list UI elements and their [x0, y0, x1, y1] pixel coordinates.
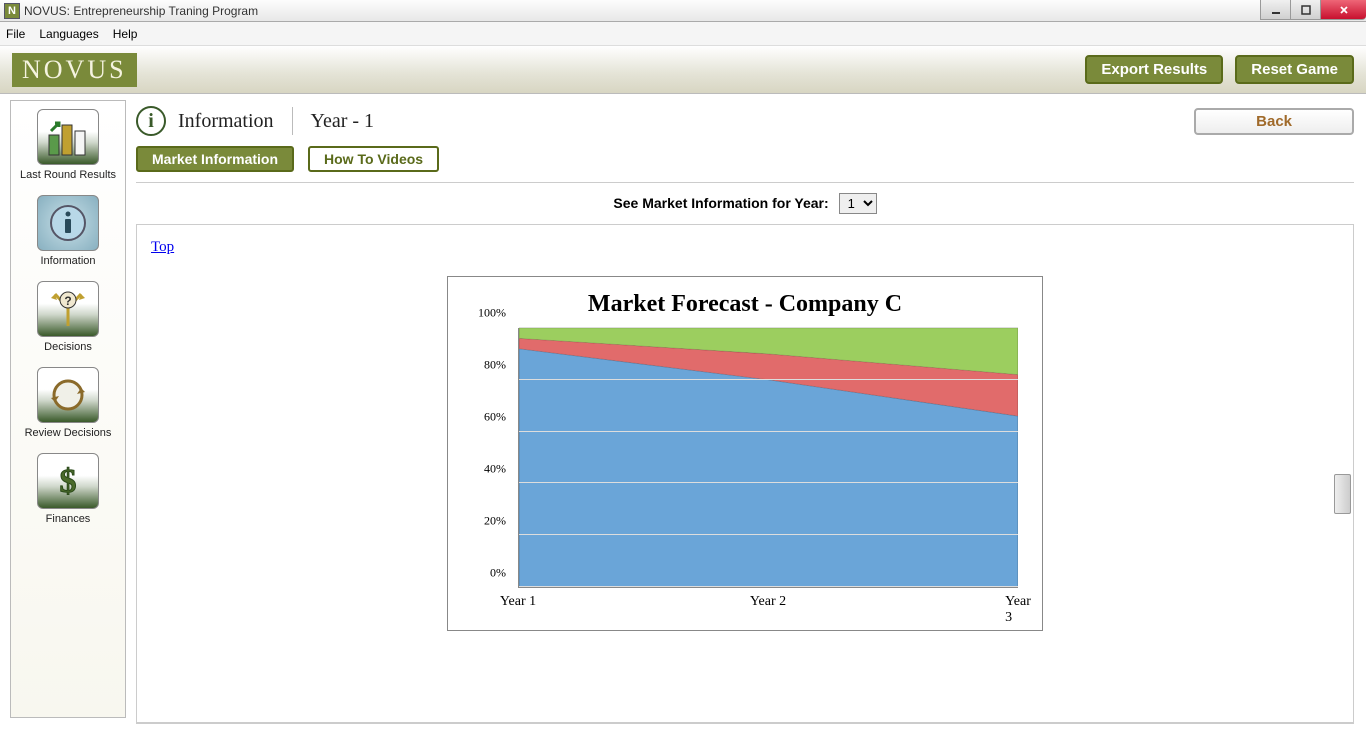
maximize-button[interactable]: [1290, 0, 1320, 20]
year-selector-row: See Market Information for Year: 1: [136, 183, 1354, 225]
sidebar-item-label: Decisions: [44, 341, 92, 353]
chart-x-axis: Year 1Year 2Year 3: [518, 588, 1018, 612]
app-icon: N: [4, 3, 20, 19]
chart-plot: 0%20%40%60%80%100%: [518, 328, 1018, 588]
sidebar-item-decisions[interactable]: ? Decisions: [11, 281, 125, 353]
year-selector[interactable]: 1: [839, 193, 877, 214]
app-logo: NOVUS: [12, 53, 137, 87]
window-controls: [1260, 0, 1366, 20]
app-header: NOVUS Export Results Reset Game: [0, 46, 1366, 94]
svg-text:$: $: [60, 463, 77, 500]
svg-text:?: ?: [64, 294, 71, 308]
year-label: Year - 1: [311, 110, 375, 133]
content-area: i Information Year - 1 Back Market Infor…: [126, 94, 1366, 724]
chart-frame: Market Forecast - Company C 0%20%40%60%8…: [447, 276, 1043, 631]
sidebar-item-last-round-results[interactable]: Last Round Results: [11, 109, 125, 181]
sidebar-item-label: Review Decisions: [25, 427, 112, 439]
dollar-icon: $: [37, 453, 99, 509]
divider: [292, 107, 293, 135]
sidebar-item-information[interactable]: Information: [11, 195, 125, 267]
sidebar-item-review-decisions[interactable]: Review Decisions: [11, 367, 125, 439]
sidebar-item-label: Information: [40, 255, 95, 267]
close-button[interactable]: [1320, 0, 1366, 20]
sidebar-item-finances[interactable]: $ Finances: [11, 453, 125, 525]
menu-languages[interactable]: Languages: [39, 27, 98, 41]
footer-divider: [136, 723, 1354, 724]
page-header: i Information Year - 1 Back: [136, 102, 1354, 140]
window-title: NOVUS: Entrepreneurship Traning Program: [24, 4, 258, 18]
area-chart-svg: [519, 328, 1018, 587]
scrollbar-thumb[interactable]: [1334, 474, 1351, 514]
year-selector-label: See Market Information for Year:: [613, 195, 828, 211]
info-icon: i: [136, 106, 166, 136]
info-icon: [37, 195, 99, 251]
chart-y-axis: 0%20%40%60%80%100%: [462, 328, 512, 588]
page-title: Information: [178, 110, 274, 133]
menu-help[interactable]: Help: [113, 27, 138, 41]
back-button[interactable]: Back: [1194, 108, 1354, 135]
menu-bar: File Languages Help: [0, 22, 1366, 46]
export-results-button[interactable]: Export Results: [1085, 55, 1223, 84]
top-link[interactable]: Top: [151, 239, 174, 255]
tab-how-to-videos[interactable]: How To Videos: [308, 146, 439, 172]
main-layout: Last Round Results Information ?: [0, 94, 1366, 724]
sidebar: Last Round Results Information ?: [10, 100, 126, 718]
minimize-button[interactable]: [1260, 0, 1290, 20]
chart-title: Market Forecast - Company C: [462, 291, 1028, 318]
scroll-area: Top Market Forecast - Company C 0%20%40%…: [136, 225, 1354, 723]
reset-game-button[interactable]: Reset Game: [1235, 55, 1354, 84]
cycle-icon: [37, 367, 99, 423]
sidebar-item-label: Finances: [46, 513, 91, 525]
decision-tree-icon: ?: [37, 281, 99, 337]
tab-row: Market Information How To Videos: [136, 140, 1354, 183]
sidebar-item-label: Last Round Results: [20, 169, 116, 181]
menu-file[interactable]: File: [6, 27, 25, 41]
bar-chart-icon: [37, 109, 99, 165]
window-titlebar: N NOVUS: Entrepreneurship Traning Progra…: [0, 0, 1366, 22]
tab-market-information[interactable]: Market Information: [136, 146, 294, 172]
